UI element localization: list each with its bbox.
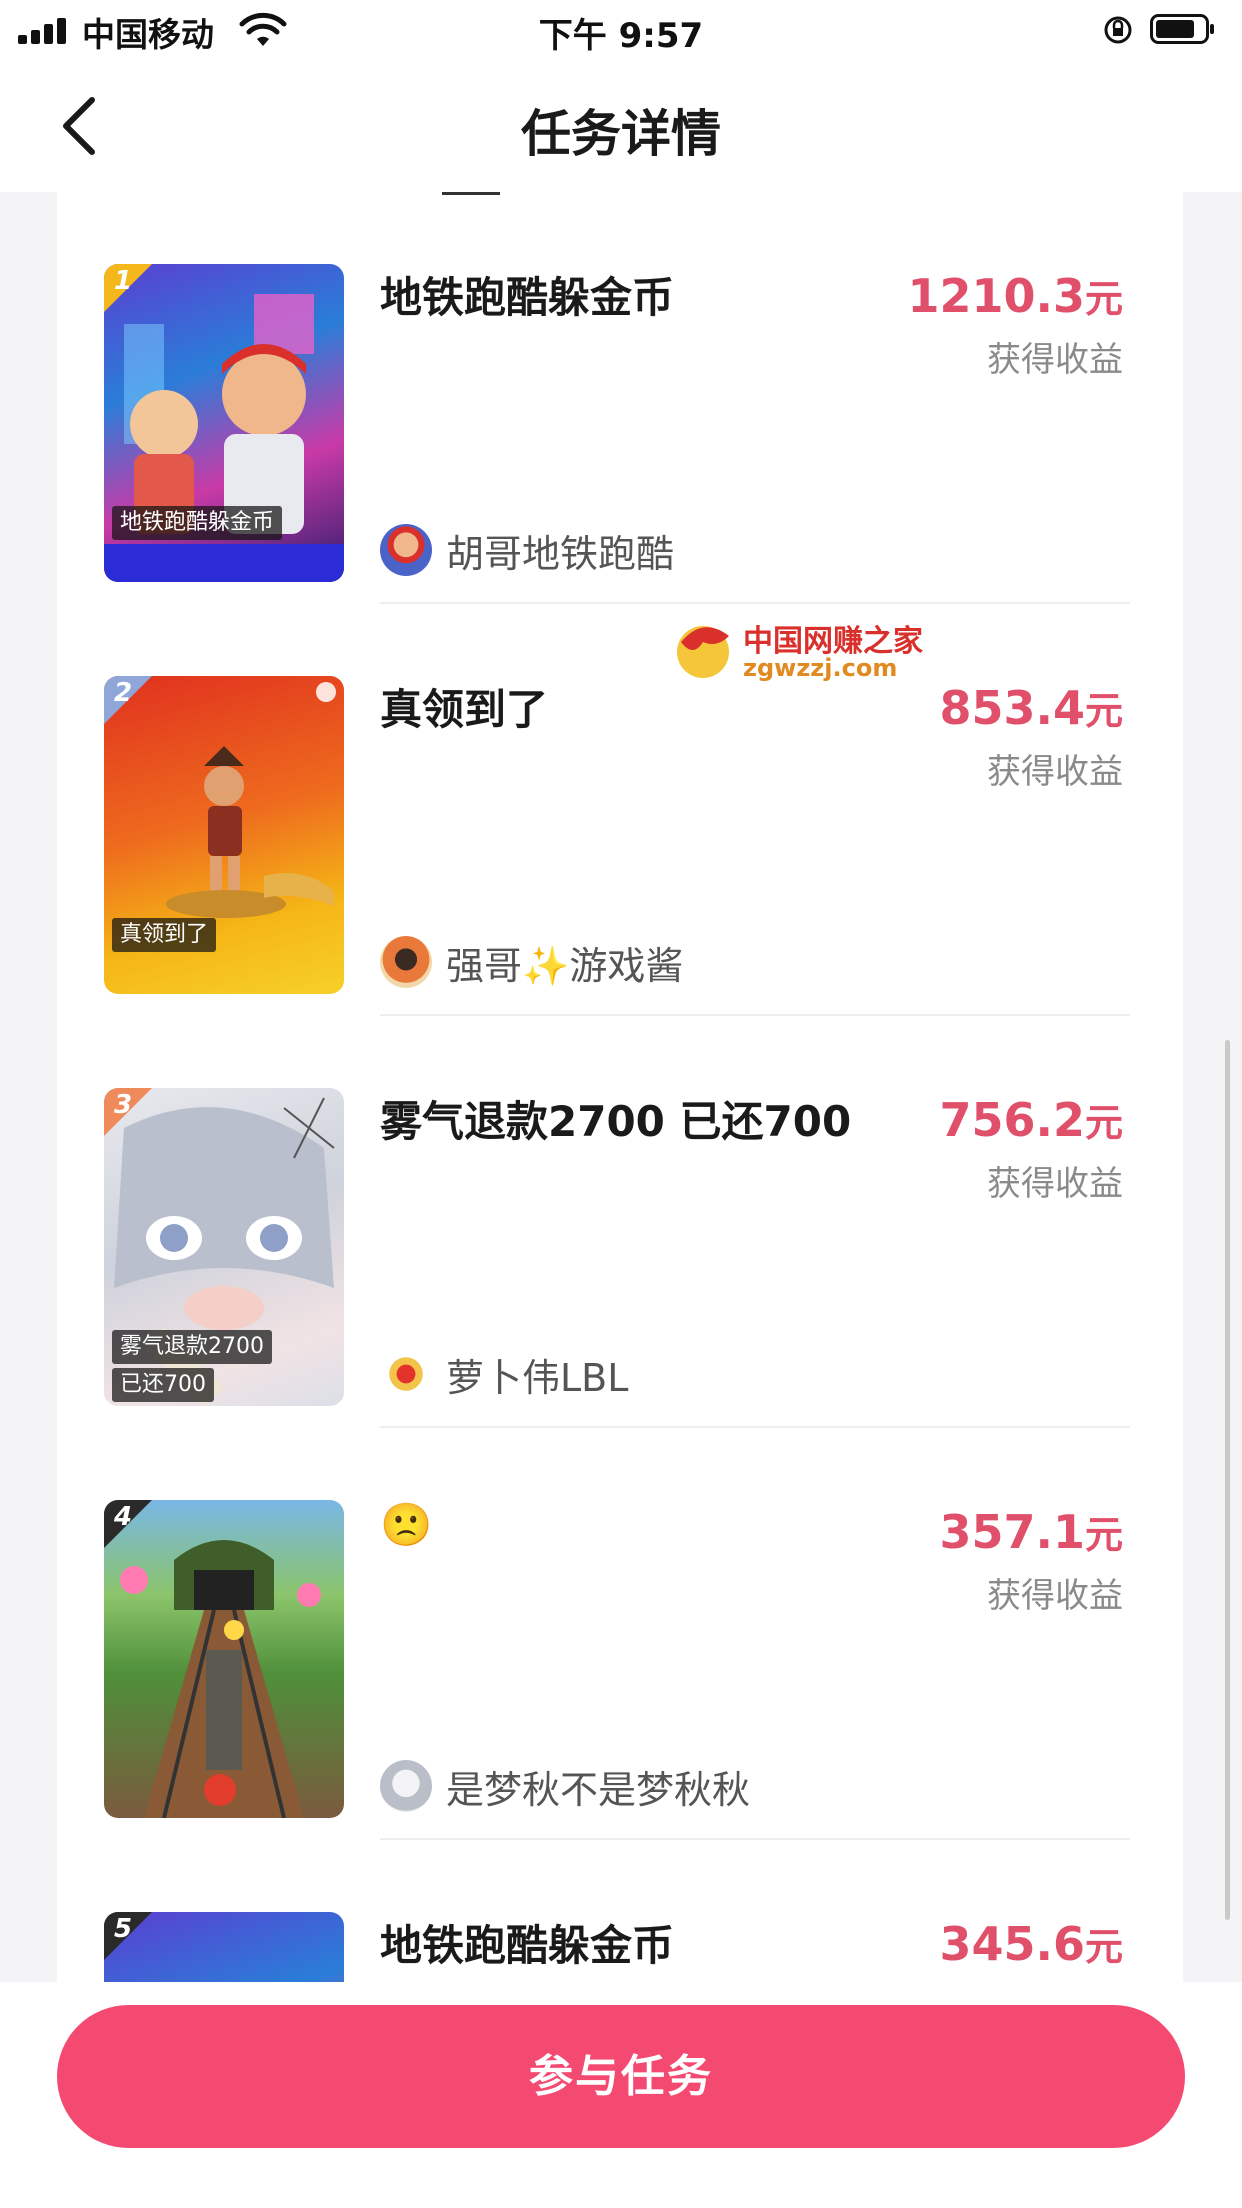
task-title: 真领到了	[380, 685, 549, 734]
task-title: 地铁跑酷躲金币	[380, 1921, 675, 1970]
clock: 下午 9:57	[538, 16, 704, 56]
task-row[interactable]: 2 真领到了 真领到了 853.4元 获得收益 强哥✨游戏酱	[57, 604, 1183, 1016]
task-thumbnail[interactable]: 4	[104, 1500, 344, 1818]
author-name: 是梦秋不是梦秋秋	[446, 1767, 751, 1812]
task-thumbnail[interactable]: 5	[104, 1912, 344, 1982]
task-list: 1 地铁跑酷躲金币 地铁跑酷躲金币 1210.3元 获得收益 胡哥地铁跑酷 2 …	[57, 192, 1183, 1982]
rank-number: 2	[114, 678, 133, 708]
author[interactable]: 萝卜伟LBL	[380, 1346, 628, 1402]
avatar	[380, 1348, 432, 1400]
join-task-button[interactable]: 参与任务	[57, 2005, 1185, 2148]
game-art-image	[120, 1540, 321, 1818]
nav-bar: 任务详情	[0, 60, 1242, 192]
earnings-label: 获得收益	[987, 752, 1123, 792]
author[interactable]: 胡哥地铁跑酷	[380, 522, 674, 578]
author-name: 强哥✨游戏酱	[446, 943, 684, 988]
task-thumbnail[interactable]: 1 地铁跑酷躲金币	[104, 264, 344, 582]
earnings-amount: 756.2元	[939, 1093, 1123, 1147]
rotation-lock-icon	[1104, 16, 1132, 44]
task-title: 雾气退款2700 已还700	[380, 1097, 852, 1146]
earnings-label: 获得收益	[987, 1576, 1123, 1616]
page-title: 任务详情	[521, 105, 721, 163]
thumbnail-caption: 已还700	[112, 1368, 214, 1402]
task-thumbnail[interactable]: 3 雾气退款2700 已还700	[104, 1088, 344, 1406]
thumbnail-caption: 雾气退款2700	[112, 1330, 272, 1364]
author-name: 胡哥地铁跑酷	[446, 531, 675, 576]
task-title: 🙁	[380, 1500, 433, 1549]
scrollbar[interactable]	[1225, 1040, 1230, 1920]
bottom-action-bar: 参与任务	[0, 1982, 1242, 2208]
earnings-amount: 853.4元	[939, 681, 1123, 735]
watermark: 中国网赚之家 zgwzzj.com	[667, 612, 923, 684]
task-title: 地铁跑酷躲金币	[380, 273, 675, 322]
task-row[interactable]: 4 🙁 357.1元 获得收益 是梦秋不是梦秋秋	[57, 1428, 1183, 1840]
author[interactable]: 是梦秋不是梦秋秋	[380, 1758, 750, 1814]
earnings-label: 获得收益	[987, 1164, 1123, 1204]
earnings-amount: 345.6元	[939, 1917, 1123, 1971]
earnings-amount: 1210.3元	[907, 269, 1123, 323]
task-thumbnail[interactable]: 2 真领到了	[104, 676, 344, 994]
author[interactable]: 强哥✨游戏酱	[380, 934, 683, 990]
battery-icon	[1150, 14, 1214, 44]
thumbnail-caption: 真领到了	[112, 918, 217, 952]
status-bar: 中国移动 下午 9:57	[0, 0, 1242, 60]
task-row[interactable]: 1 地铁跑酷躲金币 地铁跑酷躲金币 1210.3元 获得收益 胡哥地铁跑酷	[57, 192, 1183, 604]
avatar	[380, 524, 432, 576]
rank-number: 1	[114, 266, 133, 296]
earnings-label: 获得收益	[987, 340, 1123, 380]
earnings-amount: 357.1元	[939, 1505, 1123, 1559]
task-row[interactable]: 3 雾气退款2700 已还700 雾气退款2700 已还700 756.2元 获…	[57, 1016, 1183, 1428]
thumbnail-caption: 地铁跑酷躲金币	[112, 506, 283, 540]
avatar	[380, 1760, 432, 1812]
author-name: 萝卜伟LBL	[446, 1355, 629, 1400]
watermark-url: zgwzzj.com	[743, 654, 898, 682]
rank-number: 5	[114, 1914, 133, 1944]
rank-number: 4	[114, 1502, 133, 1532]
task-row[interactable]: 5 地铁跑酷躲金币 345.6元	[57, 1840, 1183, 1982]
avatar	[380, 936, 432, 988]
rank-number: 3	[114, 1090, 133, 1120]
